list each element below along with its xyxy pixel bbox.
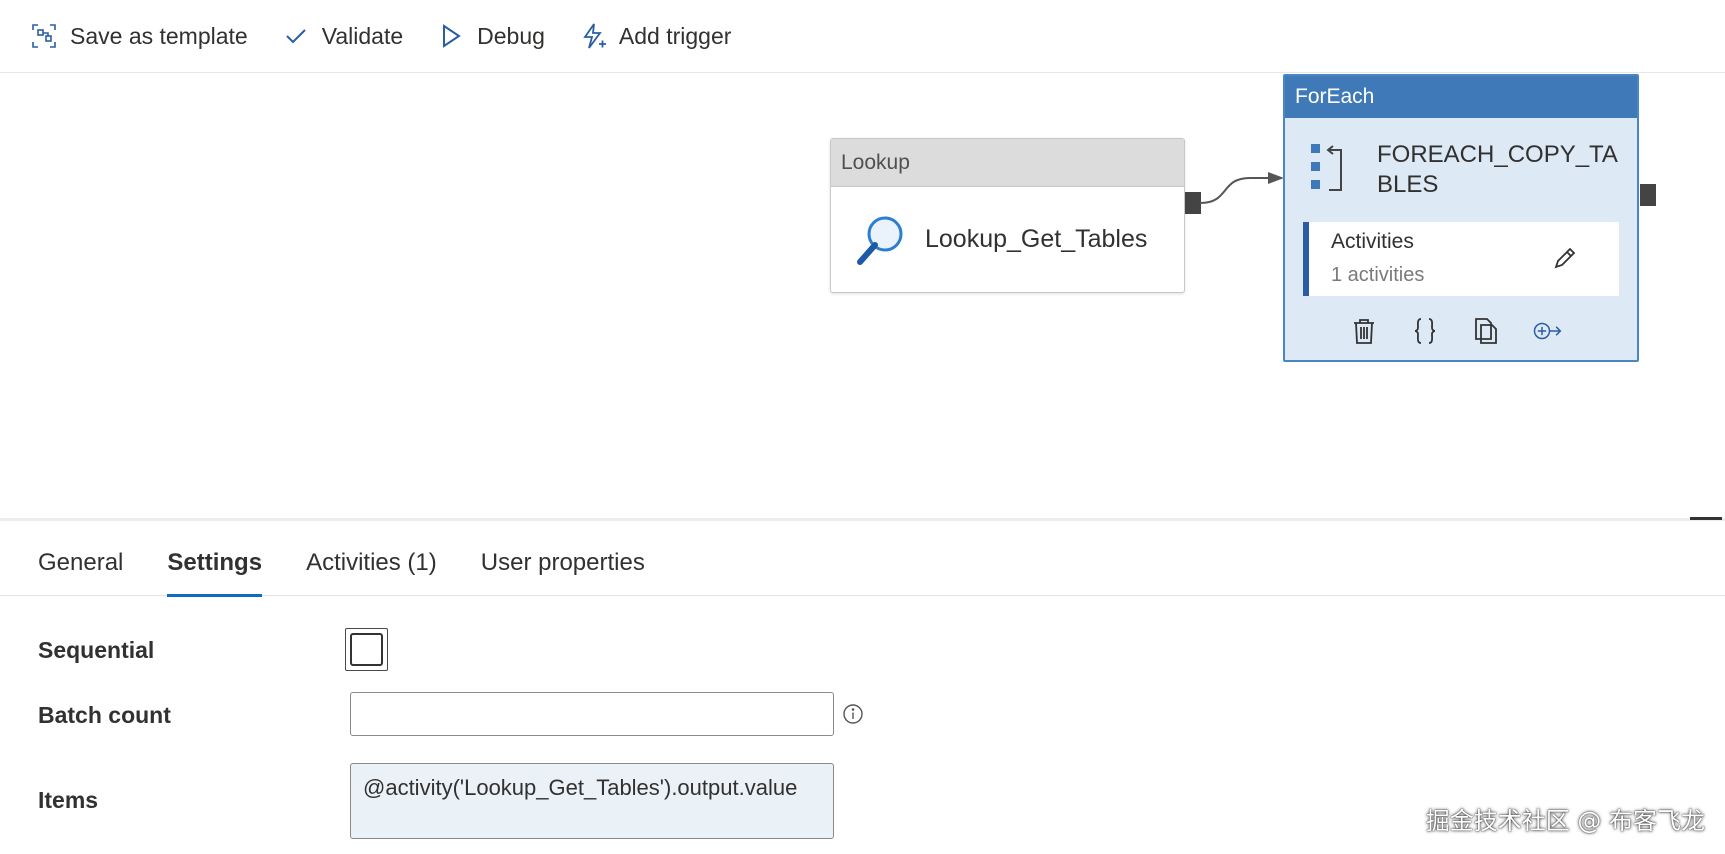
foreach-loop-icon (1311, 144, 1342, 191)
template-icon (32, 24, 56, 48)
code-braces-icon[interactable] (1410, 316, 1440, 346)
watermark-text: 掘金技术社区 @ 布客飞龙 (1425, 807, 1705, 835)
pipeline-toolbar: Save as template Validate Debug Add trig… (0, 0, 1725, 73)
lookup-node-name: Lookup_Get_Tables (925, 225, 1148, 253)
save-as-template-label: Save as template (70, 22, 248, 49)
foreach-node-name: FOREACH_COPY_TABLES (1377, 141, 1618, 198)
foreach-activity-node[interactable]: ForEach FOREACH_COPY_TABLES Activities 1… (1283, 74, 1639, 362)
info-icon[interactable] (842, 703, 864, 725)
items-label: Items (38, 787, 99, 813)
tab-general[interactable]: General (38, 530, 123, 596)
lightning-plus-icon (583, 23, 606, 49)
pencil-icon[interactable] (1551, 244, 1579, 272)
lookup-output-port[interactable] (1185, 192, 1201, 214)
lookup-activity-node[interactable]: Lookup Lookup_Get_Tables (830, 138, 1185, 293)
foreach-node-type: ForEach (1285, 76, 1637, 118)
foreach-activities-panel[interactable]: Activities 1 activities (1303, 222, 1619, 296)
tab-settings[interactable]: Settings (167, 530, 262, 597)
batch-count-input[interactable] (350, 692, 834, 736)
copy-icon[interactable] (1471, 316, 1501, 346)
connector-arrow (1200, 172, 1284, 204)
add-output-icon[interactable] (1532, 316, 1562, 346)
save-as-template-button[interactable]: Save as template (30, 16, 248, 56)
panel-splitter[interactable] (0, 518, 1725, 521)
magnifier-icon (857, 216, 903, 265)
sequential-checkbox[interactable] (345, 628, 388, 671)
debug-label: Debug (477, 22, 545, 49)
add-trigger-button[interactable]: Add trigger (579, 16, 732, 56)
pipeline-canvas[interactable]: Lookup Lookup_Get_Tables ForEach FOREACH… (0, 74, 1725, 518)
validate-button[interactable]: Validate (282, 16, 403, 56)
debug-button[interactable]: Debug (437, 16, 545, 56)
splitter-handle[interactable] (1690, 517, 1722, 520)
lookup-node-type: Lookup (831, 139, 1184, 187)
validate-label: Validate (321, 22, 404, 49)
foreach-output-port[interactable] (1640, 184, 1656, 206)
tab-user-properties[interactable]: User properties (481, 530, 645, 596)
play-icon (443, 24, 461, 48)
add-trigger-label: Add trigger (618, 22, 732, 49)
checkmark-icon (286, 29, 306, 44)
trash-icon[interactable] (1349, 316, 1379, 346)
properties-tabs: General Settings Activities (1) User pro… (0, 530, 1725, 597)
tab-activities[interactable]: Activities (1) (306, 530, 437, 596)
batch-count-label: Batch count (38, 702, 171, 728)
items-expression-field[interactable]: @activity('Lookup_Get_Tables').output.va… (350, 763, 834, 839)
sequential-label: Sequential (38, 637, 155, 663)
